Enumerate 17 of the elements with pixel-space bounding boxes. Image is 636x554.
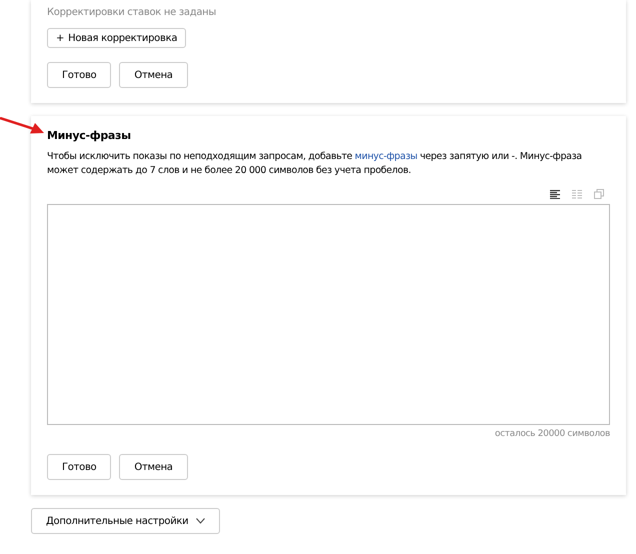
new-adjustment-button[interactable]: + Новая корректировка (47, 28, 186, 48)
chevron-down-icon (196, 518, 206, 524)
action-button[interactable]: Отмена (119, 454, 188, 480)
copy-icon[interactable] (594, 189, 604, 199)
arrow-icon (0, 117, 44, 135)
character-counter: осталось 20000 символов (494, 429, 610, 439)
section-title: Минус-фразы (47, 129, 131, 142)
action-button[interactable]: Готово (47, 454, 112, 480)
align-left-icon[interactable] (550, 190, 560, 198)
more-settings-button[interactable]: Дополнительные настройки (31, 508, 220, 534)
phrases-input-field[interactable] (47, 204, 610, 425)
list-icon[interactable] (572, 190, 582, 198)
action-button[interactable]: Готово (47, 62, 112, 88)
minus-phrases-link[interactable]: минус-фразы (354, 151, 418, 162)
action-button[interactable]: Отмена (119, 62, 188, 88)
description-text: Чтобы исключить показы по неподходящим запросам, добавьте минус-фразы через запятую или -. Минус-фраза может содержать до 7 слов и не более 20 000 символов без учета пробелов. (47, 150, 583, 178)
empty-note: Корректировки ставок не заданы (47, 7, 216, 18)
